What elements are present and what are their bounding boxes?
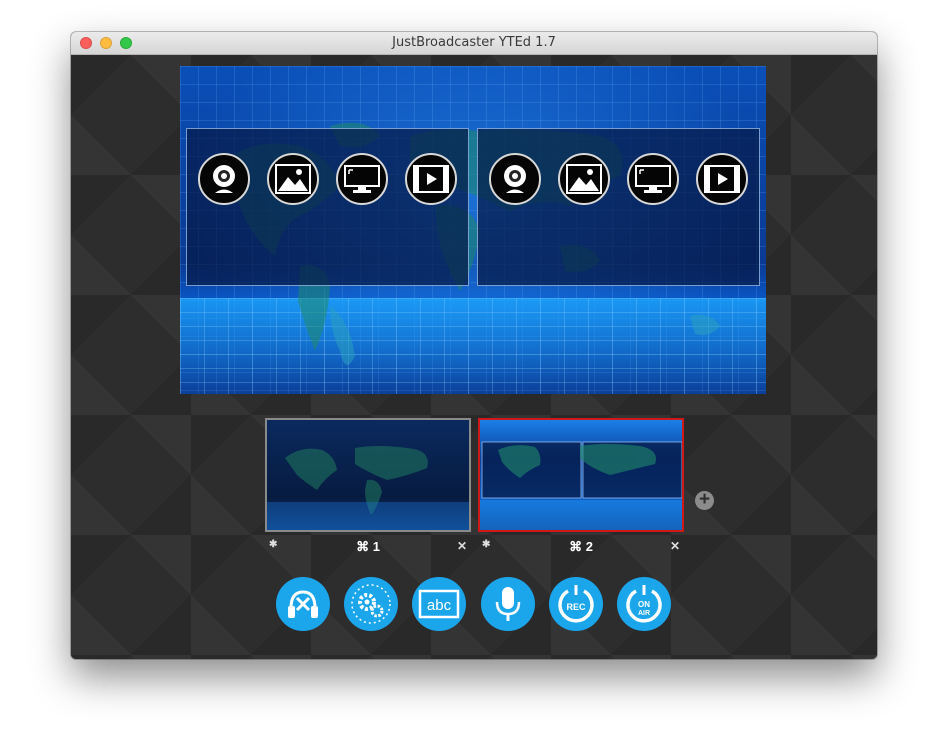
scene-close-icon[interactable]: ✕	[670, 539, 680, 553]
image-source-button[interactable]	[558, 153, 610, 205]
rec-label: REC	[566, 602, 586, 612]
scene-thumbnail-1[interactable]	[265, 418, 471, 532]
scene-1-label-bar: ✱ ⌘ 1 ✕	[265, 539, 471, 555]
on-air-label-2: AIR	[638, 610, 650, 617]
screen-icon	[344, 165, 380, 193]
mute-audio-button[interactable]	[276, 577, 330, 631]
scene-2-label: ⌘ 2	[569, 539, 593, 554]
settings-icon	[351, 584, 391, 624]
mute-audio-icon	[288, 590, 318, 618]
screen-source-button[interactable]	[627, 153, 679, 205]
microphone-button[interactable]	[481, 577, 535, 631]
video-slot-right[interactable]	[477, 128, 760, 286]
scene-2-label-bar: ✱ ⌘ 2 ✕	[478, 539, 684, 555]
video-slot-left[interactable]	[186, 128, 469, 286]
image-icon	[566, 164, 602, 194]
microphone-icon	[495, 587, 521, 621]
text-abc-icon: abc	[418, 589, 460, 619]
webcam-icon	[504, 165, 526, 193]
text-abc-label: abc	[427, 597, 452, 614]
title-bar: JustBroadcaster YTEd 1.7	[71, 32, 877, 55]
window-title: JustBroadcaster YTEd 1.7	[392, 35, 556, 50]
app-window: JustBroadcaster YTEd 1.7 ✱ ⌘ 1 ✕ ✱ ⌘ 2 ✕…	[71, 32, 877, 659]
webcam-icon	[213, 165, 235, 193]
image-source-button[interactable]	[267, 153, 319, 205]
on-air-label-1: ON	[638, 600, 650, 609]
program-preview	[180, 66, 766, 394]
add-scene-button[interactable]: +	[695, 490, 714, 510]
on-air-button[interactable]: ON AIR	[617, 577, 671, 631]
record-icon: REC	[558, 585, 594, 623]
screen-icon	[635, 165, 671, 193]
scene-1-map	[267, 446, 469, 530]
webcam-source-button[interactable]	[489, 153, 541, 205]
screen-source-button[interactable]	[336, 153, 388, 205]
scene-close-icon[interactable]: ✕	[457, 539, 467, 553]
scene-thumbnail-2[interactable]	[478, 418, 684, 532]
webcam-source-button[interactable]	[198, 153, 250, 205]
image-icon	[275, 164, 311, 194]
video-icon	[704, 165, 740, 193]
scene-1-label: ⌘ 1	[356, 539, 380, 554]
main-content: ✱ ⌘ 1 ✕ ✱ ⌘ 2 ✕ + abc REC ON AIR	[71, 55, 877, 659]
text-overlay-button[interactable]: abc	[412, 577, 466, 631]
video-icon	[413, 165, 449, 193]
settings-button[interactable]	[344, 577, 398, 631]
on-air-icon: ON AIR	[626, 585, 662, 623]
scene-2-preview	[480, 441, 682, 530]
record-button[interactable]: REC	[549, 577, 603, 631]
video-source-button[interactable]	[696, 153, 748, 205]
video-source-button[interactable]	[405, 153, 457, 205]
